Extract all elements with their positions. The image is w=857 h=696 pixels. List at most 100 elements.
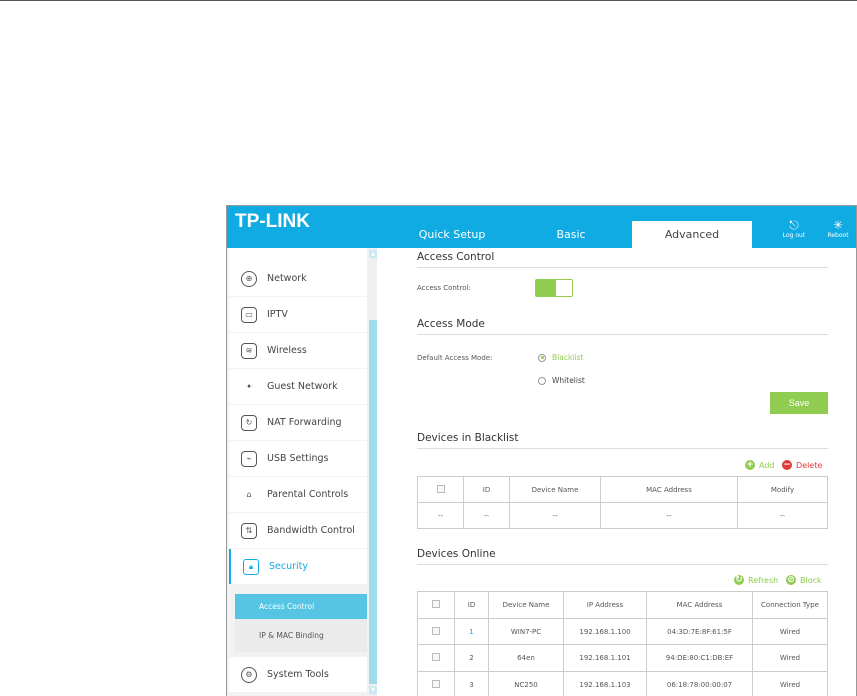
globe-icon: ⊕	[241, 270, 257, 287]
sidebar-item-parental-controls[interactable]: ⌂ Parental Controls	[229, 477, 367, 512]
sidebar-item-usb-settings[interactable]: ⌁ USB Settings	[229, 441, 367, 476]
column-header: Device Name	[509, 476, 601, 503]
delete-icon: −	[782, 459, 792, 470]
column-header: MAC Address	[646, 591, 753, 619]
tv-icon: ▭	[241, 306, 257, 323]
row-checkbox[interactable]	[432, 680, 440, 688]
blacklist-heading: Devices in Blacklist	[417, 432, 828, 449]
save-button[interactable]: Save	[770, 392, 828, 414]
guest-icon: ꔹ	[245, 381, 253, 391]
radio-blacklist[interactable]: Blacklist	[538, 353, 583, 362]
parental-icon: ⌂	[246, 490, 252, 499]
table-row[interactable]: 2 64en 192.168.1.101 94:DE:80:C1:DB:EF W…	[417, 644, 828, 672]
access-control-toggle[interactable]	[535, 279, 573, 297]
row-checkbox[interactable]	[432, 653, 440, 661]
sidebar-item-label: Guest Network	[267, 381, 338, 392]
table-cell: 2	[454, 644, 489, 672]
block-label: Block	[800, 575, 822, 585]
tab-advanced[interactable]: Advanced	[632, 221, 752, 248]
table-cell: 94:DE:80:C1:DB:EF	[646, 644, 753, 672]
select-all-checkbox[interactable]	[436, 484, 445, 493]
sidebar-item-network[interactable]: ⊕ Network	[229, 261, 367, 296]
sidebar-item-label: USB Settings	[267, 453, 329, 464]
column-header: Modify	[737, 476, 828, 503]
radio-whitelist[interactable]: Whitelist	[538, 376, 585, 385]
table-header: ID Device Name IP Address MAC Address Co…	[417, 591, 828, 619]
sidebar-item-label: IPTV	[267, 309, 288, 320]
reboot-label: Reboot	[827, 232, 849, 239]
access-mode-heading: Access Mode	[417, 318, 828, 335]
scroll-down-arrow-icon[interactable]: ▼	[369, 686, 377, 694]
table-cell: 192.168.1.101	[563, 644, 647, 672]
table-row: -- -- -- -- --	[417, 502, 828, 529]
usb-icon: ⌁	[241, 450, 257, 467]
sidebar-scrollbar[interactable]: ▲ ▼	[369, 248, 377, 696]
add-button[interactable]: + Add	[745, 460, 775, 470]
radio-label: Whitelist	[552, 376, 585, 385]
add-label: Add	[759, 460, 775, 470]
tab-quick-setup[interactable]: Quick Setup	[392, 221, 512, 248]
table-header: ID Device Name MAC Address Modify	[417, 476, 828, 503]
table-cell: 3	[454, 671, 489, 696]
top-divider	[0, 0, 857, 1]
sidebar-item-security[interactable]: 🔒︎ Security	[229, 549, 367, 584]
column-header: Connection Type	[752, 591, 828, 619]
sidebar: ⊕ Network ▭ IPTV ≋ Wireless ꔹ Guest Network …	[227, 248, 377, 696]
table-cell: WIN7-PC	[488, 618, 564, 645]
table-cell: NC250	[488, 671, 564, 696]
sidebar-item-label: Bandwidth Control	[267, 525, 355, 536]
column-header: MAC Address	[600, 476, 738, 503]
table-cell: --	[417, 502, 464, 529]
table-cell: Wired	[752, 618, 828, 645]
column-header: Device Name	[488, 591, 564, 619]
logout-button[interactable]: ⎋ Log out	[779, 218, 809, 239]
column-header: IP Address	[563, 591, 647, 619]
column-header: ID	[463, 476, 510, 503]
sidebar-item-label: Parental Controls	[267, 489, 349, 500]
add-icon: +	[745, 459, 755, 470]
sidebar-item-nat-forwarding[interactable]: ↻ NAT Forwarding	[229, 405, 367, 440]
bandwidth-icon: ⇅	[241, 522, 257, 539]
row-checkbox[interactable]	[432, 626, 440, 635]
sidebar-item-guest-network[interactable]: ꔹ Guest Network	[229, 369, 367, 404]
table-row[interactable]: 1 WIN7-PC 192.168.1.100 04:3D:7E:8F:61:5…	[417, 618, 828, 645]
delete-label: Delete	[796, 460, 823, 470]
devices-online-heading: Devices Online	[417, 548, 828, 565]
scrollbar-thumb[interactable]	[369, 320, 377, 684]
refresh-icon: ↻	[734, 574, 744, 585]
sidebar-item-wireless[interactable]: ≋ Wireless	[229, 333, 367, 368]
devices-online-table: ID Device Name IP Address MAC Address Co…	[417, 591, 828, 696]
refresh-label: Refresh	[748, 575, 779, 585]
sidebar-item-label: NAT Forwarding	[267, 417, 342, 428]
sidebar-item-label: Wireless	[267, 345, 307, 356]
tp-link-logo: TP-LINK	[235, 211, 310, 232]
sidebar-item-label: Network	[267, 273, 307, 284]
select-all-checkbox[interactable]	[432, 600, 440, 608]
lock-icon: 🔒︎	[243, 558, 259, 575]
sidebar-item-system-tools[interactable]: ⚙ System Tools	[229, 657, 367, 692]
gear-icon: ⚙	[241, 666, 257, 683]
default-access-mode-label: Default Access Mode:	[417, 354, 493, 362]
block-button[interactable]: ⊘ Block	[786, 575, 822, 585]
scroll-up-arrow-icon[interactable]: ▲	[369, 250, 377, 258]
table-cell: --	[509, 502, 601, 529]
sidebar-sub-access-control[interactable]: Access Control	[235, 594, 367, 619]
block-icon: ⊘	[786, 574, 796, 585]
sidebar-item-label: Security	[269, 561, 309, 572]
logout-icon: ⎋	[789, 218, 799, 232]
table-cell: --	[600, 502, 738, 529]
sidebar-item-bandwidth-control[interactable]: ⇅ Bandwidth Control	[229, 513, 367, 548]
reboot-icon: ✳	[832, 218, 844, 232]
logout-label: Log out	[782, 232, 806, 239]
refresh-button[interactable]: ↻ Refresh	[734, 575, 778, 585]
delete-button[interactable]: − Delete	[782, 460, 822, 470]
reboot-button[interactable]: ✳ Reboot	[823, 218, 853, 239]
table-cell: Wired	[752, 671, 828, 696]
table-cell: Wired	[752, 644, 828, 672]
tab-basic[interactable]: Basic	[511, 221, 631, 248]
access-control-heading: Access Control	[417, 251, 828, 268]
sidebar-sub-ip-mac-binding[interactable]: IP & MAC Binding	[235, 619, 367, 652]
sidebar-item-iptv[interactable]: ▭ IPTV	[229, 297, 367, 332]
table-row[interactable]: 3 NC250 192.168.1.103 06:18:78:00:00:07 …	[417, 671, 828, 696]
header: TP-LINK Quick Setup Basic Advanced ⎋ Log …	[227, 206, 856, 248]
